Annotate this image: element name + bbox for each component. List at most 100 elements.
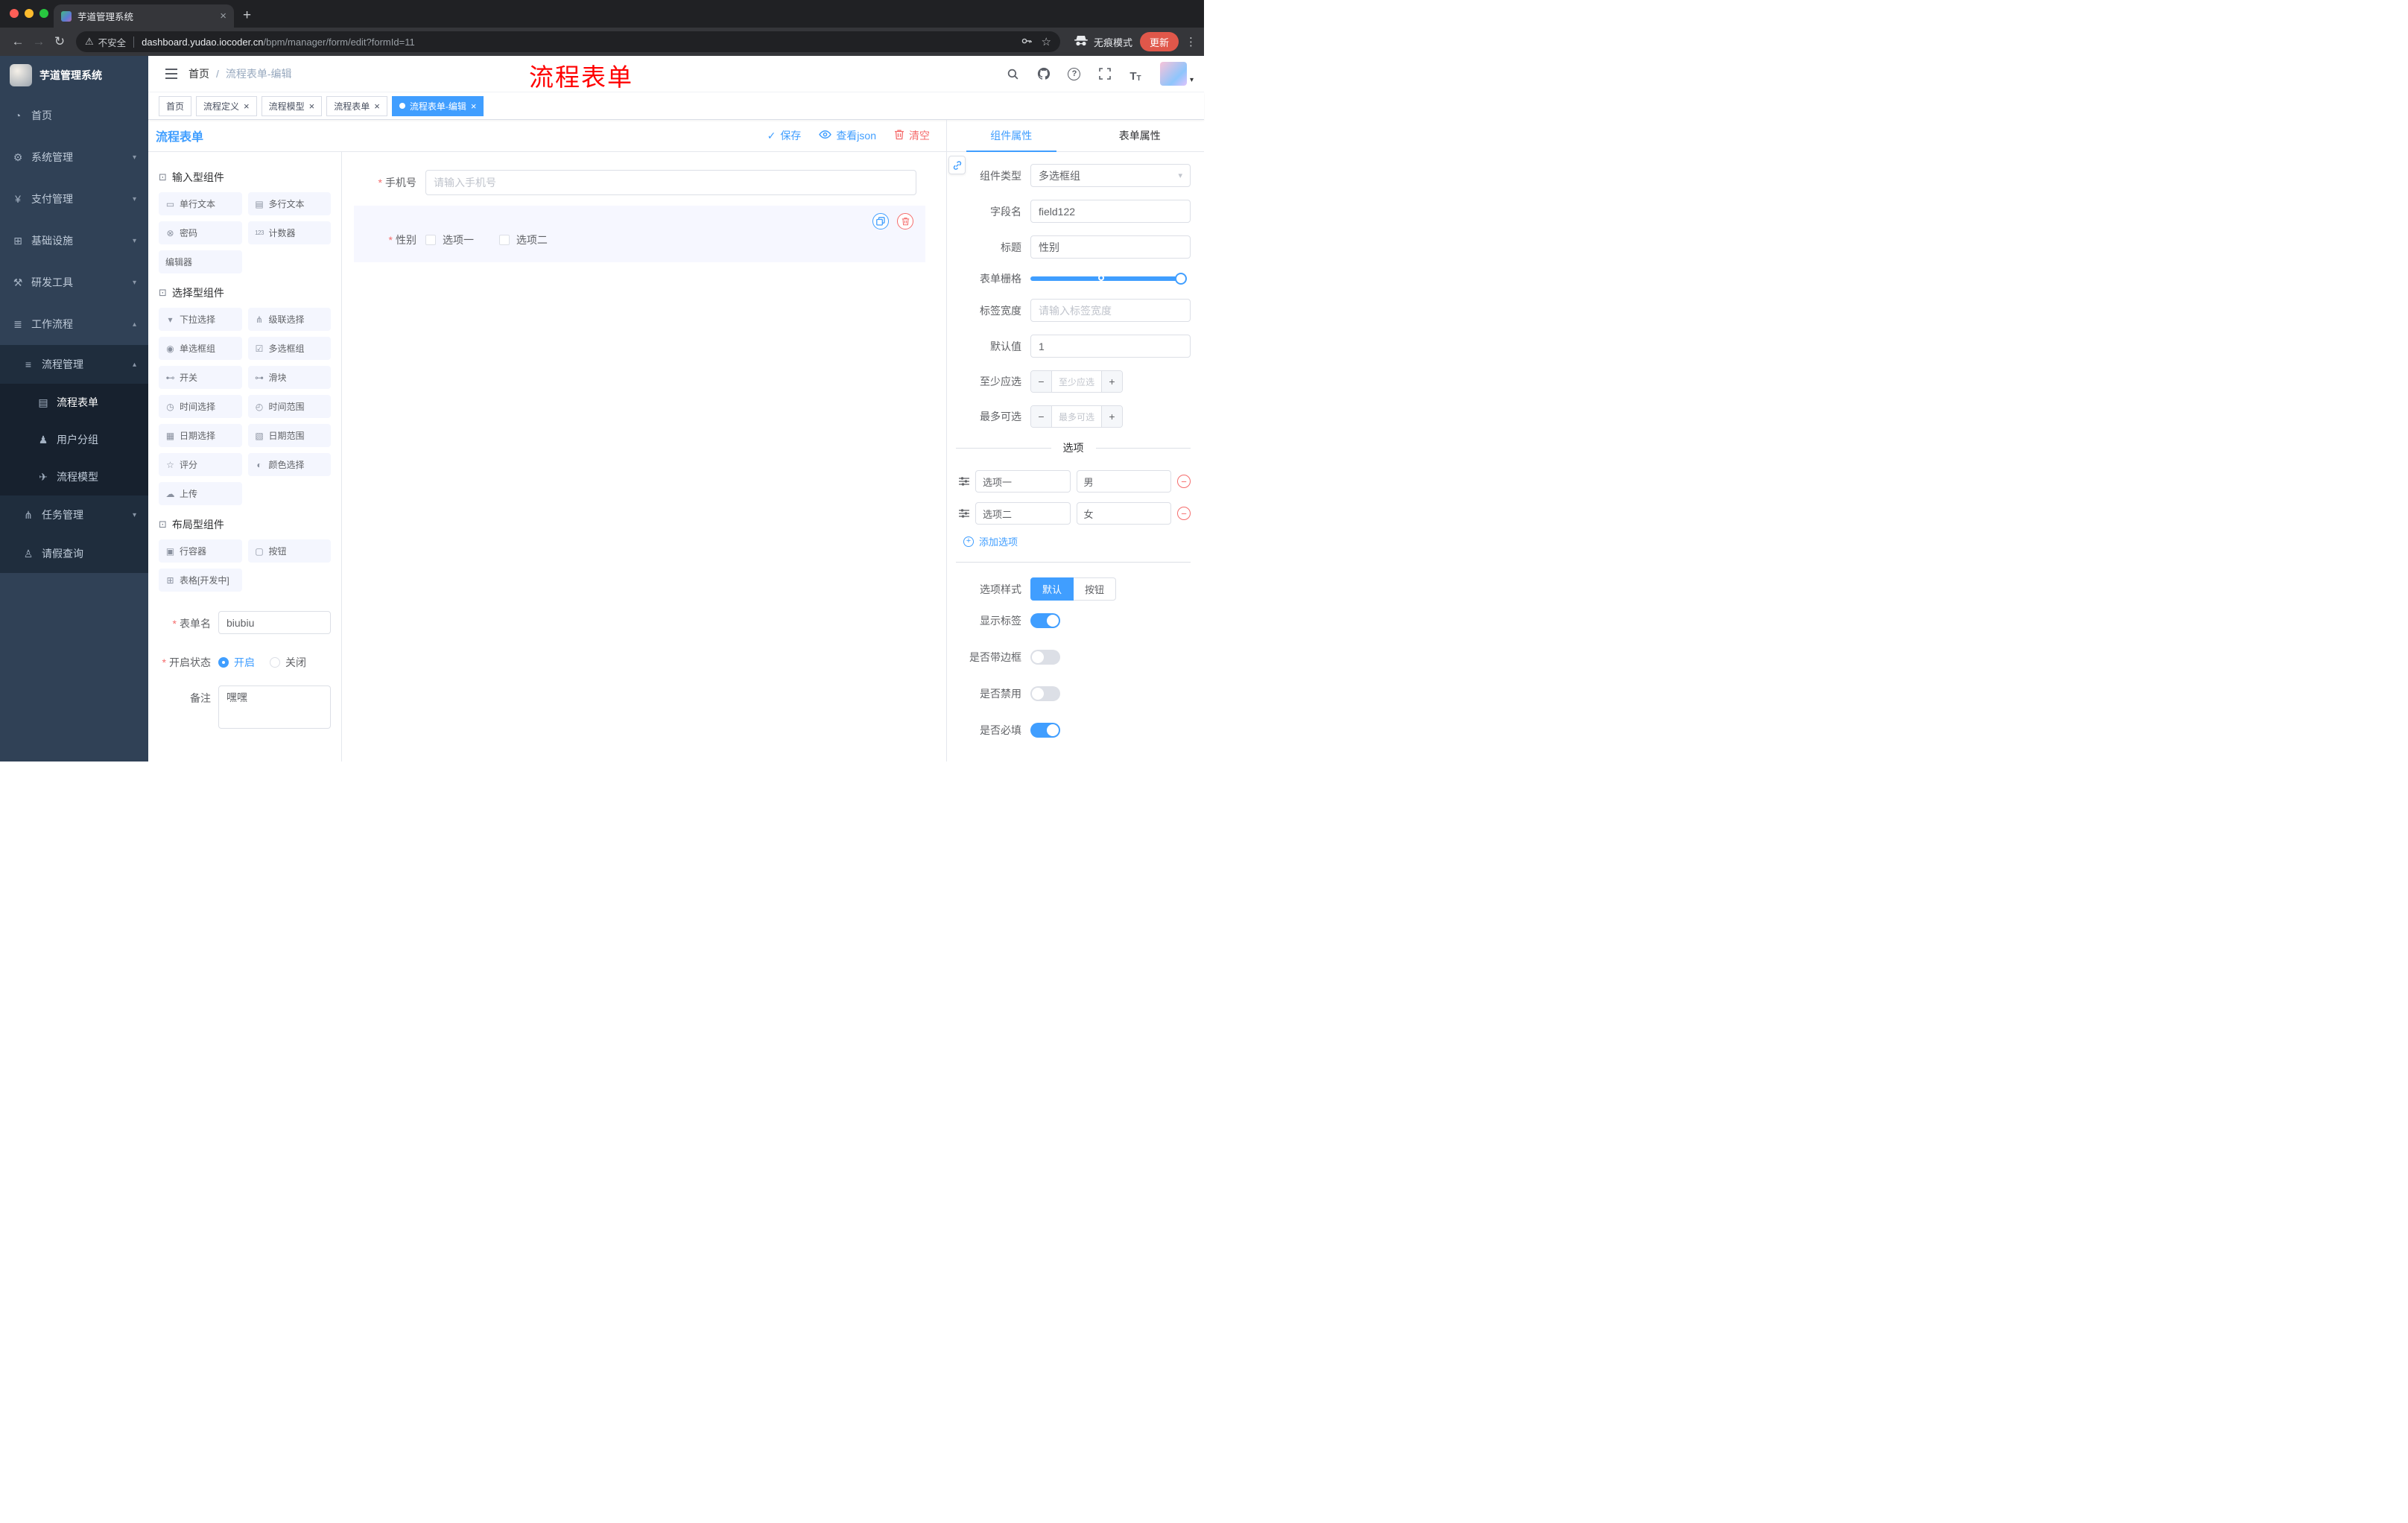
sidebar-item-dev-tools[interactable]: ⚒ 研发工具 ▾ bbox=[0, 262, 148, 303]
sidebar-item-process-form[interactable]: ▤ 流程表单 bbox=[0, 384, 148, 421]
option-value-input[interactable] bbox=[1076, 502, 1171, 525]
new-tab-button[interactable]: + bbox=[243, 8, 251, 22]
label-width-input[interactable] bbox=[1030, 299, 1191, 322]
page-tab-process-form[interactable]: 流程表单 × bbox=[326, 95, 387, 116]
copy-component-button[interactable] bbox=[872, 213, 889, 229]
minus-icon[interactable]: − bbox=[1031, 371, 1052, 392]
sidebar-item-home[interactable]: ◔ 首页 bbox=[0, 95, 148, 136]
page-tab-process-definition[interactable]: 流程定义 × bbox=[196, 95, 257, 116]
remove-option-button[interactable]: − bbox=[1177, 507, 1191, 520]
security-label[interactable]: 不安全 bbox=[98, 35, 127, 49]
component-chip-time-picker[interactable]: ◷ 时间选择 bbox=[159, 395, 242, 418]
minus-icon[interactable]: − bbox=[1031, 406, 1052, 427]
drag-handle-icon[interactable] bbox=[959, 509, 969, 518]
radio-closed[interactable]: 关闭 bbox=[270, 655, 306, 670]
save-button[interactable]: ✓ 保存 bbox=[767, 128, 802, 143]
form-canvas[interactable]: 手机号 性别 bbox=[342, 152, 946, 762]
tab-component-props[interactable]: 组件属性 bbox=[947, 120, 1076, 152]
remark-textarea[interactable]: 嘿嘿 bbox=[218, 685, 331, 729]
form-name-input[interactable] bbox=[218, 611, 331, 634]
sidebar-item-system-mgmt[interactable]: ⚙ 系统管理 ▾ bbox=[0, 136, 148, 178]
close-icon[interactable]: × bbox=[471, 101, 477, 111]
toggle-required[interactable] bbox=[1030, 723, 1060, 738]
forward-icon[interactable]: → bbox=[28, 31, 49, 52]
plus-icon[interactable]: + bbox=[1101, 371, 1122, 392]
checkbox-option-1[interactable]: 选项一 bbox=[425, 232, 474, 247]
toggle-disabled[interactable] bbox=[1030, 686, 1060, 701]
component-chip-radio-group[interactable]: ◉ 单选框组 bbox=[159, 337, 242, 360]
search-icon[interactable] bbox=[1004, 65, 1022, 83]
component-chip-switch[interactable]: ⊷ 开关 bbox=[159, 366, 242, 389]
component-chip-upload[interactable]: ☁ 上传 bbox=[159, 482, 242, 505]
sidebar-item-user-group[interactable]: ♟ 用户分组 bbox=[0, 421, 148, 458]
close-window-button[interactable] bbox=[10, 9, 19, 18]
view-json-button[interactable]: 查看json bbox=[819, 128, 876, 143]
sidebar-item-workflow[interactable]: ≣ 工作流程 ▴ bbox=[0, 303, 148, 345]
style-default-button[interactable]: 默认 bbox=[1030, 577, 1074, 601]
grid-slider[interactable] bbox=[1030, 273, 1187, 285]
component-chip-cascader[interactable]: ⋔ 级联选择 bbox=[247, 308, 331, 331]
component-chip-checkbox-group[interactable]: ☑ 多选框组 bbox=[247, 337, 331, 360]
title-input[interactable] bbox=[1030, 235, 1191, 259]
close-icon[interactable]: × bbox=[309, 101, 315, 111]
sidebar-item-process-model[interactable]: ✈ 流程模型 bbox=[0, 458, 148, 495]
browser-menu-icon[interactable]: ⋮ bbox=[1185, 35, 1197, 48]
close-icon[interactable]: × bbox=[374, 101, 380, 111]
component-type-select[interactable]: 多选框组 ▾ bbox=[1030, 164, 1191, 187]
component-chip-single-line-text[interactable]: ▭ 单行文本 bbox=[159, 192, 242, 215]
component-chip-row-container[interactable]: ▣ 行容器 bbox=[159, 539, 242, 563]
user-avatar-wrap[interactable]: ▾ bbox=[1159, 62, 1194, 86]
default-value-input[interactable] bbox=[1030, 335, 1191, 358]
component-chip-counter[interactable]: 123 计数器 bbox=[247, 221, 331, 244]
canvas-field-gender[interactable]: 性别 选项一 选项二 bbox=[354, 232, 916, 247]
sidebar-item-task-mgmt[interactable]: ⋔ 任务管理 ▾ bbox=[0, 495, 148, 534]
back-icon[interactable]: ← bbox=[7, 31, 28, 52]
close-icon[interactable]: × bbox=[244, 101, 250, 111]
component-chip-table-dev[interactable]: ⊞ 表格[开发中] bbox=[159, 569, 242, 592]
avatar[interactable] bbox=[1159, 62, 1187, 86]
sidebar-item-payment-mgmt[interactable]: ¥ 支付管理 ▾ bbox=[0, 178, 148, 220]
component-chip-button[interactable]: ▢ 按钮 bbox=[247, 539, 331, 563]
component-chip-rate[interactable]: ☆ 评分 bbox=[159, 453, 242, 476]
clear-button[interactable]: 清空 bbox=[894, 128, 930, 143]
hamburger-icon[interactable] bbox=[159, 61, 184, 86]
page-tab-home[interactable]: 首页 bbox=[159, 95, 192, 116]
zoom-window-button[interactable] bbox=[39, 9, 48, 18]
github-icon[interactable] bbox=[1035, 65, 1053, 83]
sidebar-item-infrastructure[interactable]: ⊞ 基础设施 ▾ bbox=[0, 220, 148, 262]
add-option-button[interactable]: + 添加选项 bbox=[963, 534, 1191, 548]
radio-open[interactable]: 开启 bbox=[218, 655, 255, 670]
component-chip-select[interactable]: ▾ 下拉选择 bbox=[159, 308, 242, 331]
option-value-input[interactable] bbox=[1076, 470, 1171, 493]
copy-link-button[interactable] bbox=[948, 156, 966, 174]
delete-component-button[interactable] bbox=[897, 213, 913, 229]
breadcrumb-home[interactable]: 首页 bbox=[188, 66, 209, 81]
component-chip-time-range[interactable]: ◴ 时间范围 bbox=[247, 395, 331, 418]
component-chip-slider[interactable]: ⊶ 滑块 bbox=[247, 366, 331, 389]
page-tab-process-model[interactable]: 流程模型 × bbox=[261, 95, 323, 116]
remove-option-button[interactable]: − bbox=[1177, 475, 1191, 488]
toggle-bordered[interactable] bbox=[1030, 650, 1060, 665]
sidebar-item-process-mgmt[interactable]: ≡ 流程管理 ▴ bbox=[0, 345, 148, 384]
tab-form-props[interactable]: 表单属性 bbox=[1076, 120, 1205, 151]
checkbox-option-2[interactable]: 选项二 bbox=[498, 232, 548, 247]
page-tab-process-form-edit[interactable]: 流程表单-编辑 × bbox=[391, 95, 484, 116]
help-icon[interactable]: ? bbox=[1065, 65, 1083, 83]
canvas-field-phone[interactable]: 手机号 bbox=[354, 170, 925, 195]
component-chip-editor[interactable]: 编辑器 bbox=[159, 250, 242, 273]
slider-handle[interactable] bbox=[1175, 273, 1187, 285]
bookmark-star-icon[interactable]: ☆ bbox=[1042, 37, 1051, 48]
canvas-field-gender-selected[interactable]: 性别 选项一 选项二 bbox=[354, 206, 925, 262]
toggle-show-label[interactable] bbox=[1030, 613, 1060, 628]
component-chip-password[interactable]: ⊗ 密码 bbox=[159, 221, 242, 244]
component-chip-multi-line-text[interactable]: ▤ 多行文本 bbox=[247, 192, 331, 215]
option-label-input[interactable] bbox=[975, 502, 1071, 525]
sidebar-item-leave-query[interactable]: ♙ 请假查询 bbox=[0, 534, 148, 573]
sidebar-logo-row[interactable]: 芋道管理系统 bbox=[0, 56, 148, 95]
font-size-icon[interactable]: TT bbox=[1127, 65, 1144, 83]
browser-update-button[interactable]: 更新 bbox=[1139, 32, 1179, 51]
component-chip-date-picker[interactable]: ▦ 日期选择 bbox=[159, 424, 242, 447]
style-button-button[interactable]: 按钮 bbox=[1074, 577, 1117, 601]
component-chip-color-picker[interactable]: ◐ 颜色选择 bbox=[247, 453, 331, 476]
field-name-input[interactable] bbox=[1030, 200, 1191, 223]
